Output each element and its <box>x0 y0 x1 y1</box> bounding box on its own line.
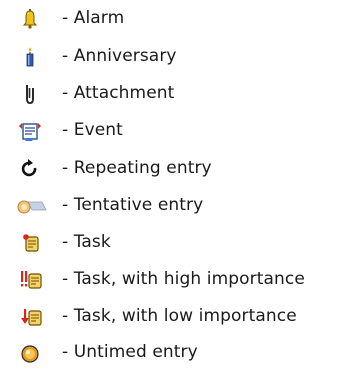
legend-label-tentative: - Tentative entry <box>62 195 204 215</box>
task-icon <box>12 230 48 256</box>
legend-label-untimed: - Untimed entry <box>62 342 198 362</box>
legend-item-attachment: - Attachment <box>0 77 362 109</box>
legend-item-alarm: - Alarm <box>0 2 362 34</box>
repeating-arrow-icon <box>12 156 48 182</box>
legend-item-repeating: - Repeating entry <box>0 152 362 184</box>
legend-item-event: - Event <box>0 114 362 146</box>
legend-label-event: - Event <box>62 120 123 140</box>
legend-item-anniversary: - Anniversary <box>0 40 362 72</box>
attachment-clip-icon <box>12 81 48 107</box>
alarm-bell-icon <box>12 6 48 32</box>
task-high-importance-icon <box>12 267 48 293</box>
legend-item-task-low: - Task, with low importance <box>0 300 362 332</box>
icon-legend: - Alarm - Anniversary - Attachment - Eve… <box>0 0 362 388</box>
legend-item-task: - Task <box>0 226 362 258</box>
task-low-importance-icon <box>12 304 48 330</box>
legend-label-attachment: - Attachment <box>62 83 175 103</box>
event-icon <box>12 118 48 144</box>
legend-label-alarm: - Alarm <box>62 8 125 28</box>
legend-item-task-high: - Task, with high importance <box>0 263 362 295</box>
legend-label-task: - Task <box>62 232 111 252</box>
anniversary-candle-icon <box>12 44 48 70</box>
tentative-entry-icon <box>12 193 48 219</box>
untimed-entry-icon <box>12 340 48 366</box>
legend-item-untimed: - Untimed entry <box>0 336 362 368</box>
legend-label-repeating: - Repeating entry <box>62 158 212 178</box>
legend-label-task-high: - Task, with high importance <box>62 269 305 289</box>
legend-label-anniversary: - Anniversary <box>62 46 177 66</box>
legend-label-task-low: - Task, with low importance <box>62 306 297 326</box>
legend-item-tentative: - Tentative entry <box>0 189 362 221</box>
